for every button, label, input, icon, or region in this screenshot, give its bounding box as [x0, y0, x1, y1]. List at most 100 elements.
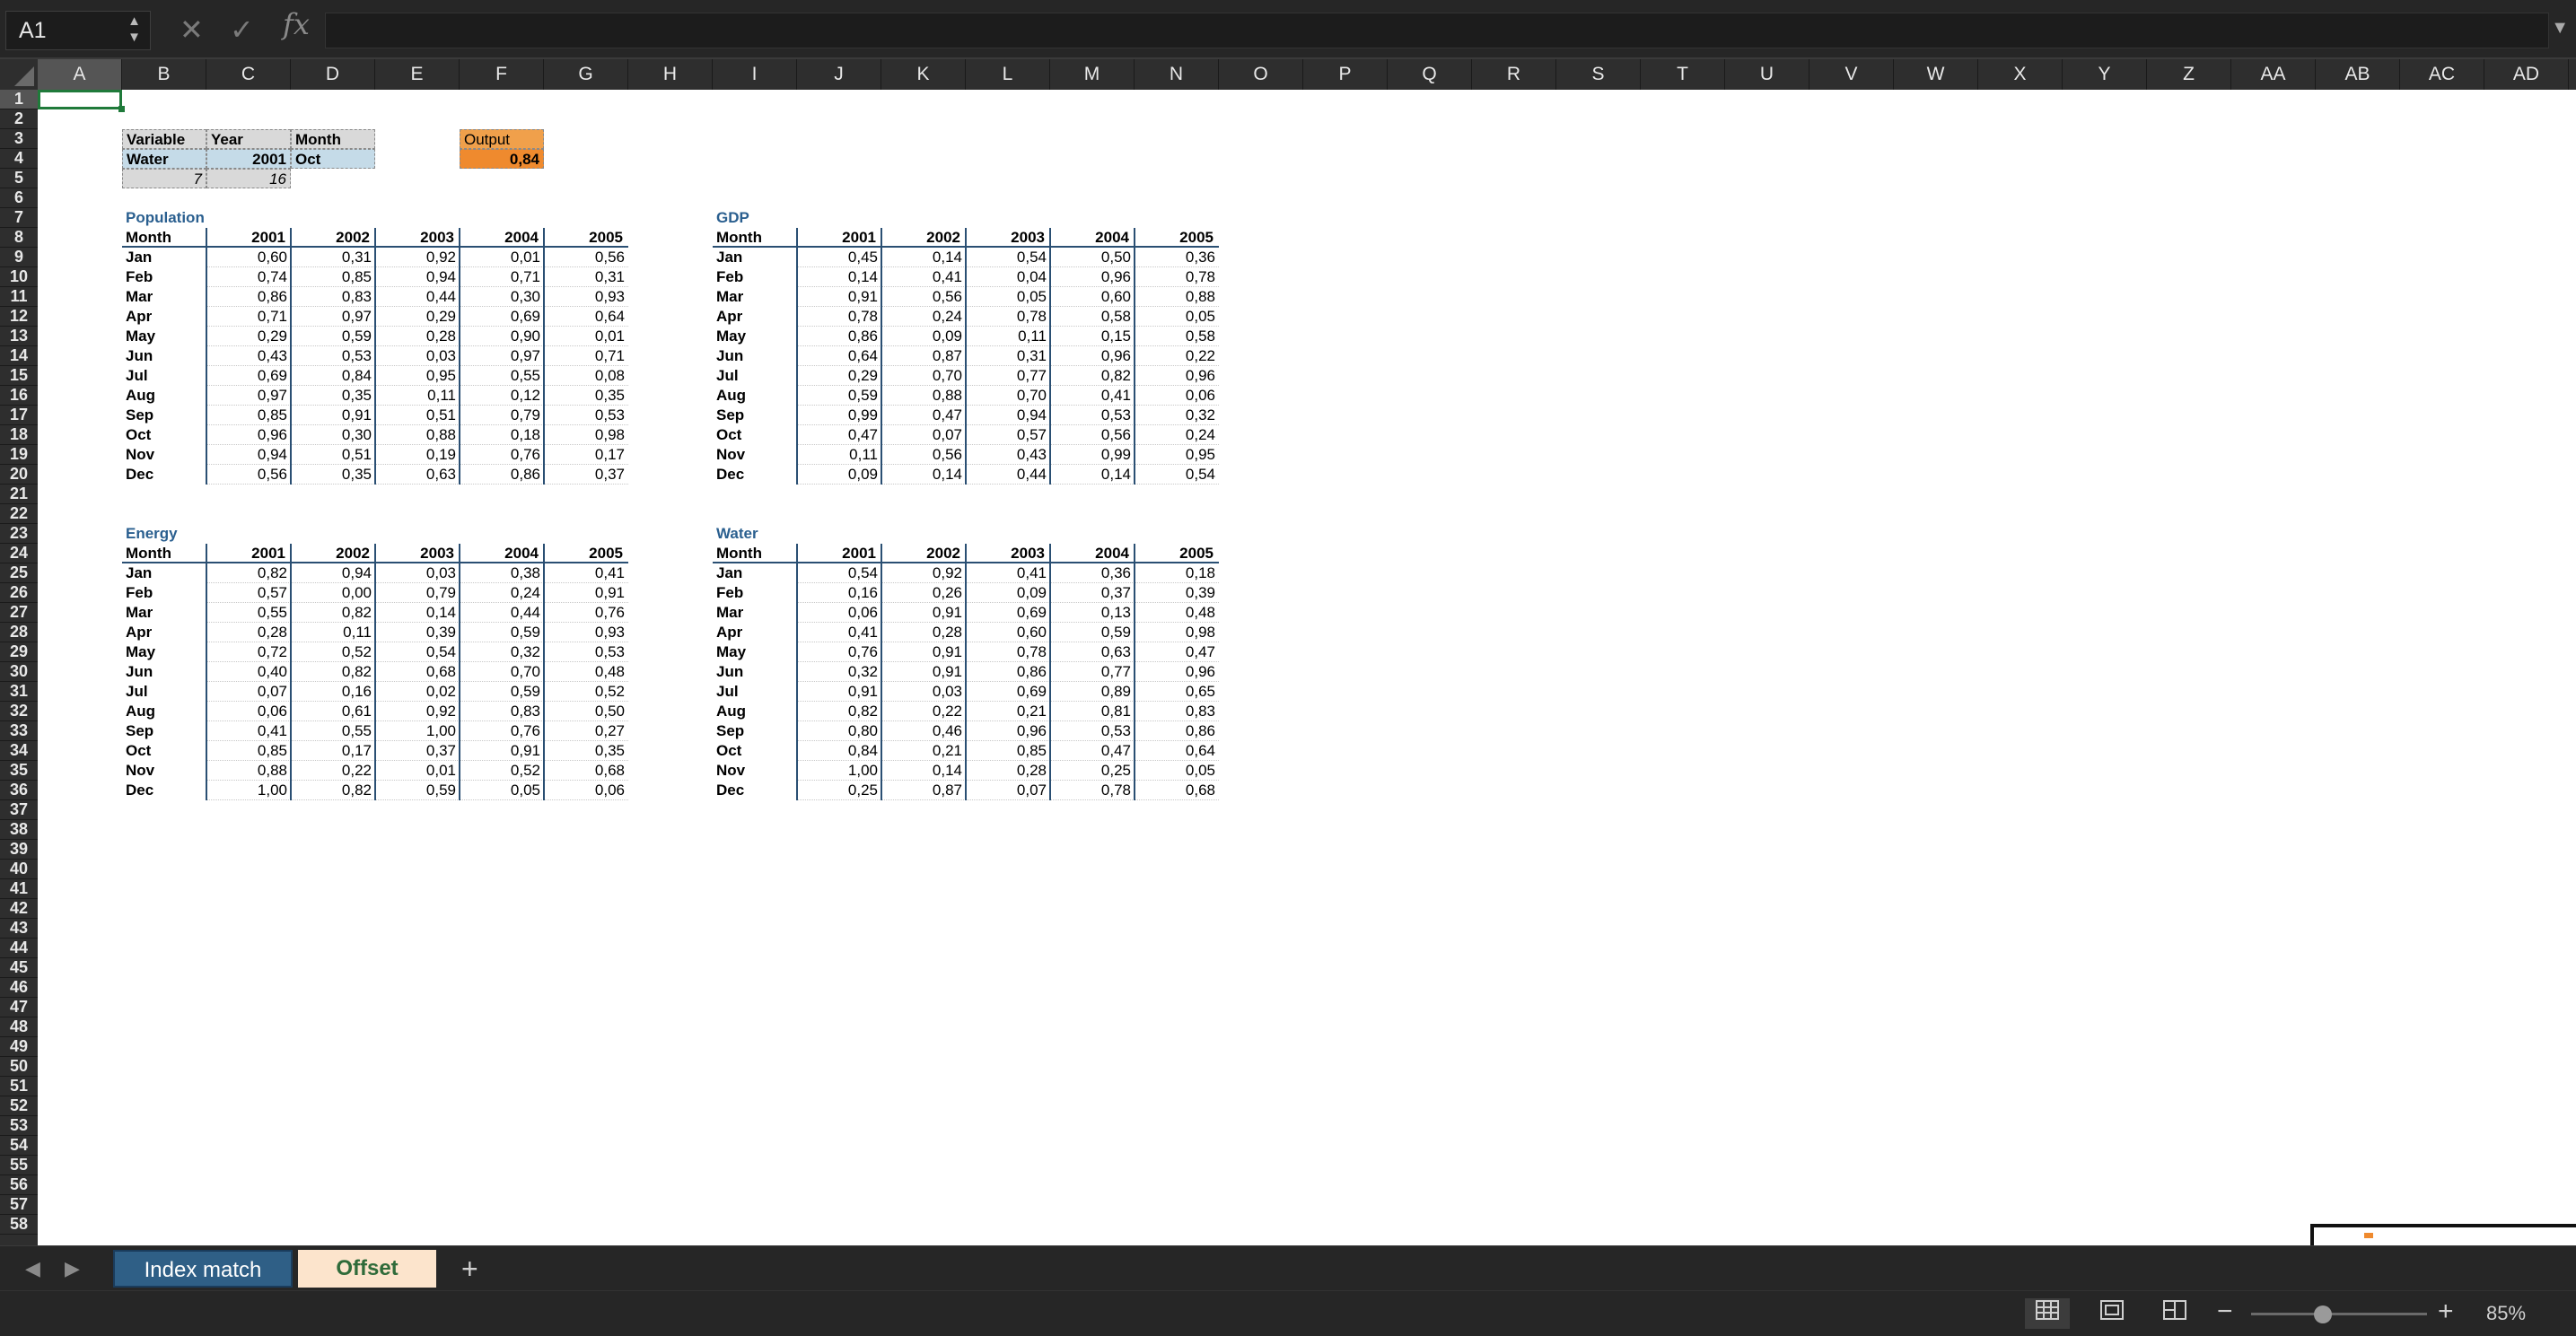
water-value-cell[interactable]: 0,92: [881, 563, 966, 583]
population-value-cell[interactable]: 0,18: [460, 425, 544, 445]
gdp-value-cell[interactable]: 0,53: [1050, 406, 1135, 425]
gdp-value-cell[interactable]: 0,77: [966, 366, 1050, 386]
population-value-cell[interactable]: 0,76: [460, 445, 544, 465]
energy-month-cell[interactable]: Feb: [126, 583, 153, 603]
water-value-cell[interactable]: 0,37: [1050, 583, 1135, 603]
water-value-cell[interactable]: 0,41: [797, 623, 881, 642]
energy-month-cell[interactable]: Dec: [126, 781, 153, 800]
row-header-23[interactable]: 23: [0, 524, 38, 544]
water-value-cell[interactable]: 0,78: [1050, 781, 1135, 800]
row-header-10[interactable]: 10: [0, 267, 38, 287]
energy-value-cell[interactable]: 0,82: [291, 781, 375, 800]
column-header-f[interactable]: F: [460, 59, 544, 90]
energy-value-cell[interactable]: 0,17: [291, 741, 375, 761]
gdp-value-cell[interactable]: 0,22: [1135, 346, 1219, 366]
water-value-cell[interactable]: 0,77: [1050, 662, 1135, 682]
population-month-cell[interactable]: Mar: [126, 287, 153, 307]
population-month-cell[interactable]: Feb: [126, 267, 153, 287]
population-value-cell[interactable]: 0,96: [206, 425, 291, 445]
energy-value-cell[interactable]: 0,37: [375, 741, 460, 761]
population-value-cell[interactable]: 0,19: [375, 445, 460, 465]
column-header-t[interactable]: T: [1641, 59, 1725, 90]
year-value-cell[interactable]: 2001: [206, 149, 291, 169]
row-header-54[interactable]: 54: [0, 1136, 38, 1156]
energy-month-cell[interactable]: Apr: [126, 623, 152, 642]
gdp-value-cell[interactable]: 0,99: [1050, 445, 1135, 465]
water-value-cell[interactable]: 0,82: [797, 702, 881, 721]
column-header-a[interactable]: A: [38, 59, 122, 90]
row-header-32[interactable]: 32: [0, 702, 38, 721]
energy-value-cell[interactable]: 0,03: [375, 563, 460, 583]
row-header-52[interactable]: 52: [0, 1096, 38, 1116]
energy-value-cell[interactable]: 0,53: [544, 642, 628, 662]
gdp-value-cell[interactable]: 0,56: [1050, 425, 1135, 445]
gdp-value-cell[interactable]: 0,45: [797, 248, 881, 267]
population-value-cell[interactable]: 0,59: [291, 327, 375, 346]
population-value-cell[interactable]: 0,35: [291, 465, 375, 485]
water-value-cell[interactable]: 0,21: [881, 741, 966, 761]
water-month-cell[interactable]: Oct: [716, 741, 741, 761]
population-value-cell[interactable]: 0,95: [375, 366, 460, 386]
population-value-cell[interactable]: 0,86: [206, 287, 291, 307]
population-month-cell[interactable]: Jan: [126, 248, 152, 267]
gdp-value-cell[interactable]: 0,43: [966, 445, 1050, 465]
population-value-cell[interactable]: 0,97: [291, 307, 375, 327]
population-value-cell[interactable]: 0,01: [460, 248, 544, 267]
sheet-preview-thumbnail[interactable]: [2310, 1224, 2576, 1245]
water-value-cell[interactable]: 0,14: [881, 761, 966, 781]
column-header-p[interactable]: P: [1303, 59, 1388, 90]
gdp-value-cell[interactable]: 0,58: [1135, 327, 1219, 346]
water-value-cell[interactable]: 0,60: [966, 623, 1050, 642]
water-value-cell[interactable]: 0,84: [797, 741, 881, 761]
gdp-value-cell[interactable]: 0,36: [1135, 248, 1219, 267]
population-value-cell[interactable]: 0,08: [544, 366, 628, 386]
population-value-cell[interactable]: 0,74: [206, 267, 291, 287]
water-value-cell[interactable]: 0,36: [1050, 563, 1135, 583]
energy-value-cell[interactable]: 0,40: [206, 662, 291, 682]
population-table-title[interactable]: Population: [126, 208, 205, 228]
column-header-q[interactable]: Q: [1388, 59, 1472, 90]
water-year-header[interactable]: 2003: [966, 544, 1050, 563]
gdp-value-cell[interactable]: 0,64: [797, 346, 881, 366]
zoom-out-button[interactable]: −: [2217, 1297, 2233, 1327]
population-value-cell[interactable]: 0,30: [291, 425, 375, 445]
energy-value-cell[interactable]: 0,59: [460, 682, 544, 702]
column-header-g[interactable]: G: [544, 59, 628, 90]
water-month-cell[interactable]: Nov: [716, 761, 745, 781]
water-month-cell[interactable]: Apr: [716, 623, 742, 642]
energy-value-cell[interactable]: 0,70: [460, 662, 544, 682]
select-all-button[interactable]: [0, 59, 39, 91]
variable-value-cell[interactable]: Water: [122, 149, 206, 169]
gdp-month-cell[interactable]: Nov: [716, 445, 745, 465]
water-year-header[interactable]: 2002: [881, 544, 966, 563]
row-header-50[interactable]: 50: [0, 1057, 38, 1077]
water-value-cell[interactable]: 0,80: [797, 721, 881, 741]
gdp-value-cell[interactable]: 0,14: [797, 267, 881, 287]
water-value-cell[interactable]: 0,07: [966, 781, 1050, 800]
row-header-45[interactable]: 45: [0, 958, 38, 978]
water-value-cell[interactable]: 0,21: [966, 702, 1050, 721]
population-value-cell[interactable]: 0,94: [206, 445, 291, 465]
water-year-header[interactable]: 2004: [1050, 544, 1135, 563]
gdp-month-cell[interactable]: Aug: [716, 386, 746, 406]
population-value-cell[interactable]: 0,35: [544, 386, 628, 406]
gdp-month-header[interactable]: Month: [713, 228, 797, 248]
gdp-year-header[interactable]: 2003: [966, 228, 1050, 248]
energy-value-cell[interactable]: 0,41: [544, 563, 628, 583]
row-header-36[interactable]: 36: [0, 781, 38, 800]
name-box[interactable]: A1 ▲ ▼: [5, 11, 151, 50]
column-header-v[interactable]: V: [1809, 59, 1894, 90]
water-value-cell[interactable]: 0,69: [966, 603, 1050, 623]
energy-value-cell[interactable]: 0,94: [291, 563, 375, 583]
row-header-1[interactable]: 1: [0, 90, 38, 109]
population-value-cell[interactable]: 0,64: [544, 307, 628, 327]
row-header-16[interactable]: 16: [0, 386, 38, 406]
energy-value-cell[interactable]: 0,79: [375, 583, 460, 603]
population-month-cell[interactable]: Dec: [126, 465, 153, 485]
water-value-cell[interactable]: 0,86: [1135, 721, 1219, 741]
row-header-29[interactable]: 29: [0, 642, 38, 662]
gdp-value-cell[interactable]: 0,41: [1050, 386, 1135, 406]
row-header-35[interactable]: 35: [0, 761, 38, 781]
row-header-38[interactable]: 38: [0, 820, 38, 840]
energy-value-cell[interactable]: 0,16: [291, 682, 375, 702]
